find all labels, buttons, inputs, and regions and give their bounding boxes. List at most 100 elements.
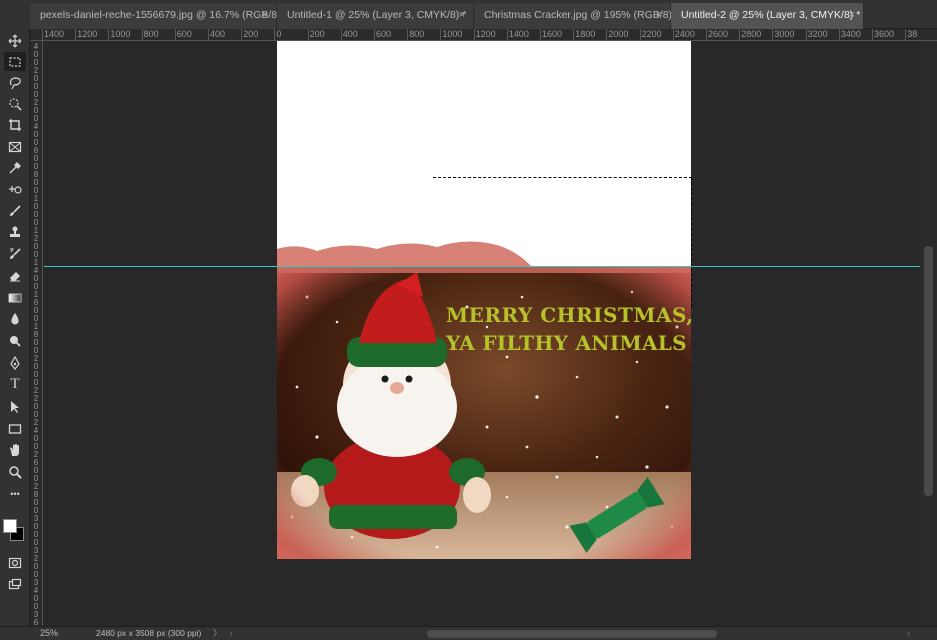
zoom-level-field[interactable]: 25% xyxy=(40,627,58,640)
history-brush-tool-icon xyxy=(8,247,22,261)
type-tool-button[interactable]: T xyxy=(4,375,26,394)
tab-close-icon[interactable]: × xyxy=(262,3,268,27)
ruler-tick-label: 400 xyxy=(210,29,226,39)
document-tab-4[interactable]: Untitled-2 @ 25% (Layer 3, CMYK/8) * × xyxy=(671,3,864,29)
crop-tool-button[interactable] xyxy=(4,115,26,134)
status-info-menu-arrow[interactable]: 〉 xyxy=(213,627,222,640)
ruler-tick xyxy=(805,29,807,40)
ruler-tick xyxy=(440,29,442,40)
frame-tool-icon xyxy=(8,140,22,154)
scroll-left-arrow[interactable]: ‹ xyxy=(230,627,233,640)
move-tool-icon xyxy=(8,34,22,48)
ruler-tick-label: 6 xyxy=(33,618,39,627)
ruler-tick-label: 1200 xyxy=(77,29,98,39)
ruler-tick-label: 800 xyxy=(409,29,425,39)
scroll-right-arrow[interactable]: › xyxy=(907,627,910,640)
document-dimensions: 2480 px x 3508 px (300 ppi) xyxy=(96,628,202,638)
ruler-tick-label: 600 xyxy=(176,29,192,39)
move-tool-button[interactable] xyxy=(4,31,26,50)
ruler-tick xyxy=(141,29,143,40)
hand-tool-icon xyxy=(8,443,22,457)
document-tab-3[interactable]: Christmas Cracker.jpg @ 195% (RGB/8) × xyxy=(474,3,672,29)
brush-tool-button[interactable] xyxy=(4,201,26,220)
ruler-tick xyxy=(639,29,641,40)
screen-mode-button[interactable] xyxy=(4,574,26,593)
blur-tool-button[interactable] xyxy=(4,309,26,328)
ruler-tick xyxy=(407,29,409,40)
eraser-tool-icon xyxy=(8,269,22,283)
rectangle-tool-icon xyxy=(8,422,22,436)
eraser-tool-button[interactable] xyxy=(4,266,26,285)
horizontal-scrollbar-thumb[interactable] xyxy=(427,630,717,638)
ruler-tick-label: 0 xyxy=(276,29,282,39)
canvas-area[interactable]: MERRY CHRISTMAS, YA FILTHY ANIMALS xyxy=(44,41,920,626)
ruler-tick-label: 3600 xyxy=(874,29,895,39)
brush-tool-icon xyxy=(8,204,22,218)
ruler-tick-label: 2600 xyxy=(708,29,729,39)
ruler-tick xyxy=(473,29,475,40)
ruler-tick xyxy=(706,29,707,40)
rectangle-tool-button[interactable] xyxy=(4,419,26,438)
rectangular-marquee-tool-button[interactable] xyxy=(4,52,26,71)
tab-label: Untitled-1 @ 25% (Layer 3, CMYK/8) * xyxy=(287,9,467,21)
ruler-tick-label: 400 xyxy=(342,29,358,39)
frame-tool-button[interactable] xyxy=(4,137,26,156)
blur-tool-icon xyxy=(8,312,22,326)
lasso-tool-button[interactable] xyxy=(4,73,26,92)
clone-stamp-tool-button[interactable] xyxy=(4,222,26,241)
ruler-tick xyxy=(75,29,77,40)
document-tab-1[interactable]: pexels-daniel-reche-1556679.jpg @ 16.7% … xyxy=(30,3,281,29)
path-selection-tool-button[interactable] xyxy=(4,397,26,416)
ruler-tick xyxy=(241,29,243,40)
tab-close-icon[interactable]: × xyxy=(656,3,662,27)
ruler-tick xyxy=(838,29,840,40)
ruler-tick-label: 200 xyxy=(243,29,259,39)
quick-mask-button[interactable] xyxy=(4,553,26,572)
ruler-tick xyxy=(274,29,276,40)
vertical-scrollbar[interactable] xyxy=(920,41,937,626)
quick-mask-icon xyxy=(8,556,22,570)
ruler-tick-label: 1000 xyxy=(110,29,131,39)
ruler-tick xyxy=(307,29,309,40)
horizontal-guide[interactable] xyxy=(44,266,920,267)
greeting-line-2: YA FILTHY ANIMALS xyxy=(446,331,687,355)
ruler-tick-label: 1400 xyxy=(44,29,65,39)
tab-close-icon[interactable]: × xyxy=(459,3,465,27)
more-tools-icon: ••• xyxy=(10,488,20,499)
ruler-tick xyxy=(872,29,873,40)
foreground-color-swatch[interactable] xyxy=(3,519,17,533)
quick-selection-tool-icon xyxy=(8,97,22,111)
ruler-tick-label: 2800 xyxy=(741,29,762,39)
dodge-tool-button[interactable] xyxy=(4,331,26,350)
more-tools-button[interactable]: ••• xyxy=(4,484,26,503)
ruler-tick-label: 800 xyxy=(143,29,159,39)
pen-tool-button[interactable] xyxy=(4,353,26,372)
ruler-tick-label: 3000 xyxy=(774,29,795,39)
healing-brush-tool-button[interactable] xyxy=(4,179,26,198)
zoom-tool-icon xyxy=(8,465,22,479)
ruler-tick xyxy=(772,29,774,40)
vertical-ruler[interactable]: 4002000200400600800100012001400160018002… xyxy=(30,41,43,626)
history-brush-tool-button[interactable] xyxy=(4,244,26,263)
ruler-tick-label: 2400 xyxy=(674,29,695,39)
tab-label: Untitled-2 @ 25% (Layer 3, CMYK/8) * xyxy=(681,9,861,21)
gradient-tool-button[interactable] xyxy=(4,288,26,307)
ruler-tick xyxy=(540,29,541,40)
selection-marquee[interactable] xyxy=(433,177,692,307)
ruler-tick-label: 3400 xyxy=(840,29,861,39)
quick-selection-tool-button[interactable] xyxy=(4,94,26,113)
ruler-tick-label: 38 xyxy=(907,29,918,39)
ruler-tick xyxy=(606,29,608,40)
screen-mode-icon xyxy=(8,577,22,591)
tab-label: pexels-daniel-reche-1556679.jpg @ 16.7% … xyxy=(40,9,281,21)
vertical-scrollbar-thumb[interactable] xyxy=(924,246,933,496)
document-tab-2[interactable]: Untitled-1 @ 25% (Layer 3, CMYK/8) * × xyxy=(277,3,474,29)
ruler-tick-label: 200 xyxy=(309,29,325,39)
tab-close-icon[interactable]: × xyxy=(849,3,855,27)
clone-stamp-tool-icon xyxy=(8,225,22,239)
dodge-tool-icon xyxy=(8,334,22,348)
horizontal-ruler[interactable]: 1400 1200 1000 800 600 400 200 0 200 400 600 800 100… xyxy=(30,29,937,41)
hand-tool-button[interactable] xyxy=(4,440,26,459)
zoom-tool-button[interactable] xyxy=(4,462,26,481)
eyedropper-tool-button[interactable] xyxy=(4,158,26,177)
